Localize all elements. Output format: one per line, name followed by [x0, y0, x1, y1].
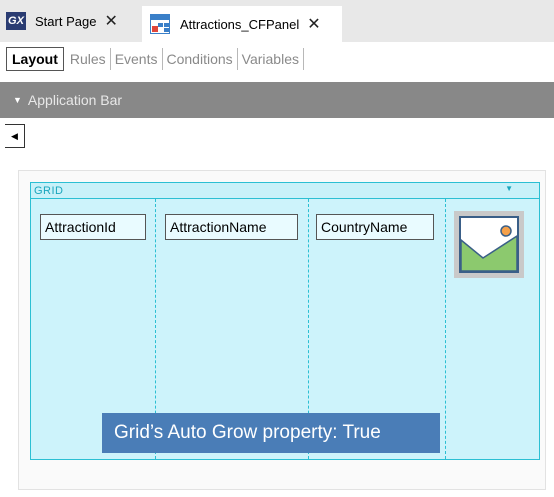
image-placeholder-icon	[459, 216, 519, 273]
caret-down-icon[interactable]: ▼	[13, 95, 22, 105]
tab-start-page[interactable]: GX Start Page ✕	[6, 8, 142, 34]
document-tab-strip: GX Start Page ✕ Attractions_CFPanel ✕	[0, 0, 554, 42]
genexus-logo-icon: GX	[6, 12, 26, 30]
tab-start-page-label: Start Page	[35, 13, 97, 29]
column-separator	[445, 199, 446, 459]
column-attractionid[interactable]: AttractionId	[40, 214, 146, 240]
tab-attractions-cfpanel[interactable]: Attractions_CFPanel ✕	[142, 6, 342, 42]
tab-rules[interactable]: Rules	[66, 48, 111, 70]
tab-attractions-cfpanel-label: Attractions_CFPanel	[180, 16, 300, 32]
tab-layout[interactable]: Layout	[6, 47, 64, 71]
panel-object-icon	[150, 14, 170, 34]
image-column[interactable]	[454, 211, 524, 278]
tab-variables[interactable]: Variables	[238, 48, 304, 70]
application-bar[interactable]: ▼ Application Bar	[0, 82, 554, 118]
collapse-panel-button[interactable]: ◀	[5, 124, 25, 148]
grid-header: GRID ▼	[31, 183, 539, 199]
grid-label: GRID	[34, 185, 64, 197]
tab-conditions[interactable]: Conditions	[163, 48, 238, 70]
application-bar-label: Application Bar	[27, 92, 123, 108]
editor-sub-tabs: Layout Rules Events Conditions Variables	[6, 47, 304, 71]
close-icon[interactable]: ✕	[104, 11, 117, 31]
caret-left-icon: ◀	[11, 130, 18, 141]
column-countryname[interactable]: CountryName	[316, 214, 434, 240]
chevron-down-icon[interactable]: ▼	[505, 184, 513, 193]
close-icon[interactable]: ✕	[307, 14, 320, 34]
tab-events[interactable]: Events	[111, 48, 163, 70]
column-attractionname[interactable]: AttractionName	[165, 214, 298, 240]
auto-grow-callout: Grid’s Auto Grow property: True	[102, 413, 440, 453]
